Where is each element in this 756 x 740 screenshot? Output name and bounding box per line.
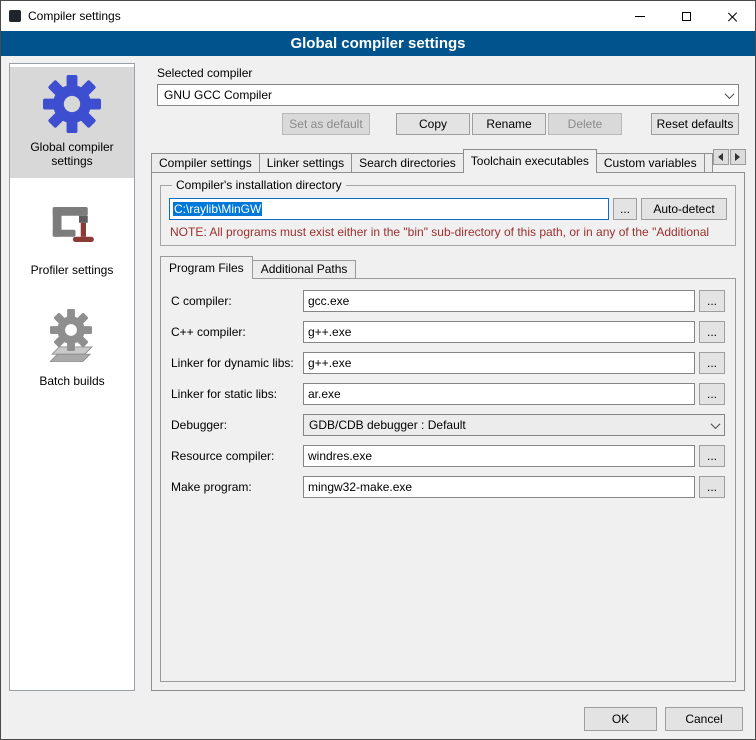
delete-button: Delete [548, 113, 622, 135]
linker-static-browse-button[interactable]: ... [699, 383, 725, 405]
debugger-select[interactable]: GDB/CDB debugger : Default [303, 414, 725, 436]
compiler-settings-window: Compiler settings Global compiler settin… [0, 0, 756, 740]
tab-scroll-arrows [713, 149, 746, 165]
selected-compiler-value: GNU GCC Compiler [158, 88, 721, 102]
close-button[interactable] [709, 1, 755, 31]
window-controls [617, 1, 755, 31]
tab-linker-settings[interactable]: Linker settings [259, 153, 352, 173]
linker-dynamic-browse-button[interactable]: ... [699, 352, 725, 374]
arrow-left-icon [718, 153, 723, 161]
minimize-button[interactable] [617, 1, 663, 31]
tab-build-options[interactable]: Buil [704, 153, 713, 173]
close-icon [727, 11, 738, 22]
arrow-right-icon [735, 153, 740, 161]
copy-button[interactable]: Copy [396, 113, 470, 135]
linker-static-label: Linker for static libs: [171, 387, 303, 401]
gray-gears-icon [43, 309, 101, 367]
make-program-label: Make program: [171, 480, 303, 494]
field-row-linker-dynamic: Linker for dynamic libs: ... [171, 352, 725, 374]
tab-program-files[interactable]: Program Files [160, 256, 253, 279]
linker-static-input[interactable] [303, 383, 695, 405]
installation-directory-group: Compiler's installation directory C:\ray… [160, 178, 736, 246]
field-row-make-program: Make program: ... [171, 476, 725, 498]
reset-defaults-button[interactable]: Reset defaults [651, 113, 739, 135]
resource-compiler-label: Resource compiler: [171, 449, 303, 463]
installation-directory-label: Compiler's installation directory [172, 178, 346, 192]
dialog-header: Global compiler settings [1, 31, 755, 56]
field-row-debugger: Debugger: GDB/CDB debugger : Default [171, 414, 725, 436]
cpp-compiler-label: C++ compiler: [171, 325, 303, 339]
selected-compiler-dropdown[interactable]: GNU GCC Compiler [157, 84, 739, 106]
sidebar-item-label: Global compiler settings [12, 140, 132, 168]
field-row-linker-static: Linker for static libs: ... [171, 383, 725, 405]
sidebar-item-label: Batch builds [39, 374, 104, 388]
sidebar-item-global-compiler-settings[interactable]: Global compiler settings [10, 67, 134, 178]
c-compiler-label: C compiler: [171, 294, 303, 308]
chevron-down-icon [707, 415, 724, 435]
field-row-c-compiler: C compiler: ... [171, 290, 725, 312]
chevron-down-icon [721, 85, 738, 105]
settings-category-sidebar: Global compiler settings Profiler settin… [9, 63, 135, 691]
tab-search-directories[interactable]: Search directories [351, 153, 464, 173]
minimize-icon [635, 16, 645, 17]
auto-detect-button[interactable]: Auto-detect [641, 198, 727, 220]
sidebar-item-batch-builds[interactable]: Batch builds [10, 301, 134, 398]
program-files-panel: C compiler: ... C++ compiler: ... Linker… [160, 278, 736, 682]
tab-scroll-right-button[interactable] [730, 149, 746, 165]
linker-dynamic-label: Linker for dynamic libs: [171, 356, 303, 370]
make-program-browse-button[interactable]: ... [699, 476, 725, 498]
cpp-compiler-browse-button[interactable]: ... [699, 321, 725, 343]
toolchain-executables-page: Compiler's installation directory C:\ray… [151, 172, 745, 691]
sidebar-item-label: Profiler settings [31, 263, 114, 277]
tab-additional-paths[interactable]: Additional Paths [252, 260, 357, 279]
selected-compiler-label: Selected compiler [157, 66, 252, 80]
installation-directory-input[interactable]: C:\raylib\MinGW [169, 198, 609, 220]
installation-directory-value: C:\raylib\MinGW [173, 202, 262, 216]
ok-button[interactable]: OK [584, 707, 657, 731]
titlebar: Compiler settings [1, 1, 755, 31]
installation-directory-browse-button[interactable]: ... [613, 198, 637, 220]
linker-dynamic-input[interactable] [303, 352, 695, 374]
cancel-button[interactable]: Cancel [665, 707, 743, 731]
field-row-cpp-compiler: C++ compiler: ... [171, 321, 725, 343]
profiler-tool-icon [44, 200, 100, 256]
tab-compiler-settings[interactable]: Compiler settings [151, 153, 260, 173]
tab-scroll-left-button[interactable] [713, 149, 729, 165]
rename-button[interactable]: Rename [472, 113, 546, 135]
bin-subdirectory-note: NOTE: All programs must exist either in … [170, 225, 726, 239]
tab-custom-variables[interactable]: Custom variables [596, 153, 705, 173]
main-panel: Selected compiler GNU GCC Compiler Set a… [147, 63, 749, 695]
maximize-icon [682, 12, 691, 21]
cpp-compiler-input[interactable] [303, 321, 695, 343]
program-files-tab-strip: Program Files Additional Paths [160, 256, 744, 279]
compiler-tab-strip: Compiler settings Linker settings Search… [151, 149, 745, 173]
debugger-label: Debugger: [171, 418, 303, 432]
window-title: Compiler settings [28, 9, 121, 23]
tab-toolchain-executables[interactable]: Toolchain executables [463, 149, 597, 173]
set-as-default-button: Set as default [282, 113, 370, 135]
app-icon [9, 10, 21, 22]
c-compiler-input[interactable] [303, 290, 695, 312]
resource-compiler-browse-button[interactable]: ... [699, 445, 725, 467]
field-row-resource-compiler: Resource compiler: ... [171, 445, 725, 467]
resource-compiler-input[interactable] [303, 445, 695, 467]
make-program-input[interactable] [303, 476, 695, 498]
sidebar-item-profiler-settings[interactable]: Profiler settings [10, 192, 134, 287]
debugger-value: GDB/CDB debugger : Default [304, 418, 707, 432]
c-compiler-browse-button[interactable]: ... [699, 290, 725, 312]
maximize-button[interactable] [663, 1, 709, 31]
gear-icon [43, 75, 101, 133]
